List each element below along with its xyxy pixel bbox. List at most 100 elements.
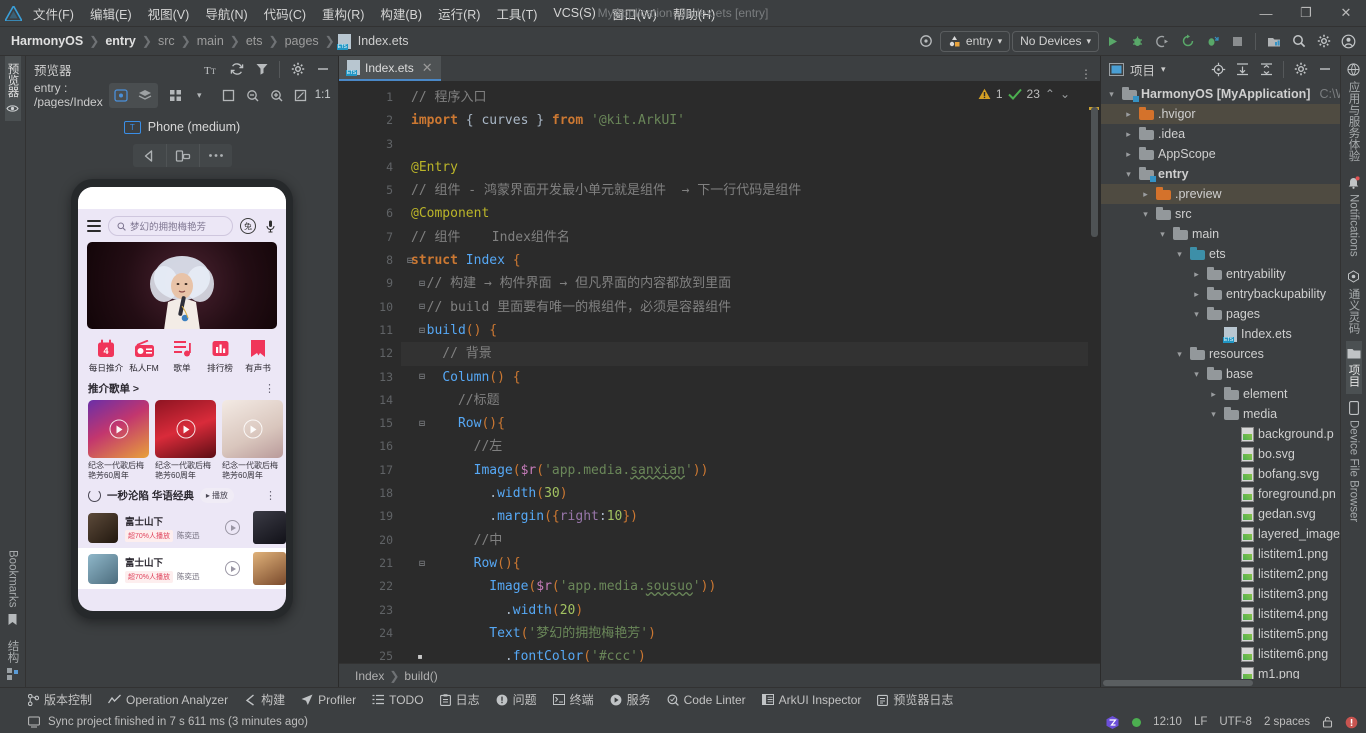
nav-item-chart[interactable]: 排行榜 — [202, 338, 238, 374]
tool-problems[interactable]: 问题 — [496, 691, 537, 708]
refresh-icon[interactable] — [88, 489, 101, 502]
expand-all-icon[interactable] — [1231, 58, 1254, 81]
chevron-down-icon[interactable]: ▾ — [1207, 409, 1220, 420]
tool-build[interactable]: 构建 — [244, 691, 285, 708]
next-issue-icon[interactable]: ⌄ — [1060, 87, 1070, 101]
inspection-widget[interactable]: 1 23 ⌃ ⌄ — [978, 87, 1070, 101]
nav-item-audiobook[interactable]: 有声书 — [240, 338, 276, 374]
play-icon[interactable] — [225, 520, 240, 535]
chevron-right-icon[interactable]: ▸ — [1190, 269, 1203, 280]
tool-profiler[interactable]: Profiler — [301, 693, 356, 707]
tree-row[interactable]: ▾ resources — [1101, 344, 1340, 364]
list-item[interactable]: 纪念一代歌后梅艳芳60周年 — [88, 400, 149, 481]
settings-icon[interactable] — [1312, 30, 1335, 53]
menu-navigate[interactable]: 导航(N) — [198, 1, 254, 26]
chevron-down-icon[interactable]: ▾ — [1173, 349, 1186, 360]
chevron-down-icon[interactable]: ▾ — [188, 84, 211, 107]
chevron-down-icon[interactable]: ▾ — [1190, 369, 1203, 380]
maximize-button[interactable]: ❐ — [1286, 0, 1326, 26]
editor-scrollbar[interactable] — [1088, 81, 1100, 663]
menu-tools[interactable]: 工具(T) — [489, 1, 544, 26]
rail-notifications[interactable]: Notifications — [1347, 169, 1360, 264]
status-encoding[interactable]: UTF-8 — [1219, 716, 1252, 728]
editor-breadcrumb-method[interactable]: build() — [404, 669, 437, 683]
chevron-down-icon[interactable]: ▾ — [1105, 89, 1118, 100]
nav-item-daily[interactable]: 4 每日推介 — [88, 338, 124, 374]
menu-edit[interactable]: 编辑(E) — [83, 1, 139, 26]
close-icon[interactable]: ✕ — [422, 60, 433, 76]
tab-index-ets[interactable]: Index.ets ✕ — [339, 56, 441, 81]
rail-structure[interactable]: 结构 — [5, 633, 21, 687]
rail-project[interactable]: 项目 — [1345, 341, 1362, 395]
zoom-level[interactable]: 1:1 — [313, 89, 333, 101]
list-item[interactable]: 富士山下 超70%人播放 陈奕迅 — [78, 507, 286, 548]
chevron-down-icon[interactable]: ▾ — [1161, 64, 1166, 75]
collapse-all-icon[interactable] — [1255, 58, 1278, 81]
scan-icon[interactable]: 兔 — [240, 218, 256, 234]
tree-row[interactable]: ▾ src — [1101, 204, 1340, 224]
tree-row[interactable]: ▸ .hvigor — [1101, 104, 1340, 124]
gear-icon[interactable] — [1289, 58, 1312, 81]
editor-options-icon[interactable]: ⋮ — [1080, 67, 1100, 81]
rail-bookmarks[interactable]: Bookmarks — [7, 543, 19, 633]
app-search-input[interactable]: 梦幻的拥抱梅艳芳 — [108, 216, 233, 236]
stop-icon[interactable] — [1226, 30, 1249, 53]
tree-row[interactable]: ▾ HarmonyOS [MyApplication] C:\Wor — [1101, 84, 1340, 104]
tool-arkui-inspector[interactable]: ArkUI Inspector — [761, 693, 861, 707]
lock-icon[interactable] — [1322, 716, 1333, 728]
breadcrumb-src[interactable]: src — [155, 33, 178, 49]
code-content[interactable]: // 程序入口 import { curves } from '@kit.ArkU… — [401, 81, 1100, 663]
tool-vcs[interactable]: 版本控制 — [28, 691, 92, 708]
tree-row[interactable]: ▾ media — [1101, 404, 1340, 424]
chevron-right-icon[interactable]: ▸ — [1190, 289, 1203, 300]
list-item[interactable]: 纪念一代歌后梅艳芳60周年 — [155, 400, 216, 481]
run-config-selector[interactable]: entry ▾ — [939, 30, 1011, 52]
breadcrumb-entry[interactable]: entry — [102, 33, 139, 49]
error-icon[interactable] — [1345, 716, 1358, 729]
tool-todo[interactable]: TODO — [372, 693, 424, 707]
chevron-right-icon[interactable]: ▸ — [1122, 109, 1135, 120]
tool-terminal[interactable]: 终端 — [552, 691, 594, 708]
tree-row[interactable]: Index.ets — [1101, 324, 1340, 344]
play-icon[interactable] — [225, 561, 240, 576]
tree-row[interactable]: ▾ entry — [1101, 164, 1340, 184]
list-item[interactable]: 纪念一代歌后梅艳芳60周年 — [222, 400, 283, 481]
list-item[interactable]: 富士山下 超70%人播放 陈奕迅 — [78, 548, 286, 589]
prev-issue-icon[interactable]: ⌃ — [1045, 87, 1055, 101]
section-more-icon[interactable]: ⋮ — [264, 382, 276, 395]
account-icon[interactable] — [1337, 30, 1360, 53]
tree-row[interactable]: listitem5.png — [1101, 624, 1340, 644]
minimize-panel-icon[interactable] — [311, 58, 334, 81]
refresh-icon[interactable] — [225, 58, 248, 81]
layers-icon[interactable] — [134, 84, 157, 107]
rerun-icon[interactable] — [1176, 30, 1199, 53]
tree-row[interactable]: ▸ element — [1101, 384, 1340, 404]
play-icon[interactable] — [243, 419, 262, 439]
locate-icon[interactable] — [1207, 58, 1230, 81]
chevron-right-icon[interactable]: ▸ — [1207, 389, 1220, 400]
chevron-right-icon[interactable]: ▸ — [1122, 129, 1135, 140]
chevron-right-icon[interactable]: ▸ — [1139, 189, 1152, 200]
chevron-down-icon[interactable]: ▾ — [1156, 229, 1169, 240]
build-icon[interactable] — [1262, 30, 1285, 53]
close-button[interactable]: ✕ — [1326, 0, 1366, 26]
search-icon[interactable] — [1287, 30, 1310, 53]
tree-row[interactable]: ▾ main — [1101, 224, 1340, 244]
fit-icon[interactable] — [289, 84, 312, 107]
device-selector[interactable]: No Devices ▾ — [1012, 30, 1099, 52]
breadcrumb-file[interactable]: Index.ets — [336, 33, 412, 50]
tree-row[interactable]: listitem2.png — [1101, 564, 1340, 584]
hero-image[interactable] — [87, 242, 277, 329]
editor-breadcrumb-struct[interactable]: Index — [355, 669, 384, 683]
nav-item-fm[interactable]: 私人FM — [126, 338, 162, 374]
tree-row[interactable]: ▸ entryability — [1101, 264, 1340, 284]
rail-previewer[interactable]: 预览器 — [4, 56, 21, 121]
chevron-down-icon[interactable]: ▾ — [1190, 309, 1203, 320]
tree-row[interactable]: ▾ pages — [1101, 304, 1340, 324]
chevron-right-icon[interactable]: ▸ — [1122, 149, 1135, 160]
band-more-icon[interactable]: ⋮ — [265, 489, 276, 502]
tree-row[interactable]: gedan.svg — [1101, 504, 1340, 524]
tree-row[interactable]: foreground.pn — [1101, 484, 1340, 504]
status-indent[interactable]: 2 spaces — [1264, 716, 1310, 728]
menu-code[interactable]: 代码(C) — [257, 1, 313, 26]
